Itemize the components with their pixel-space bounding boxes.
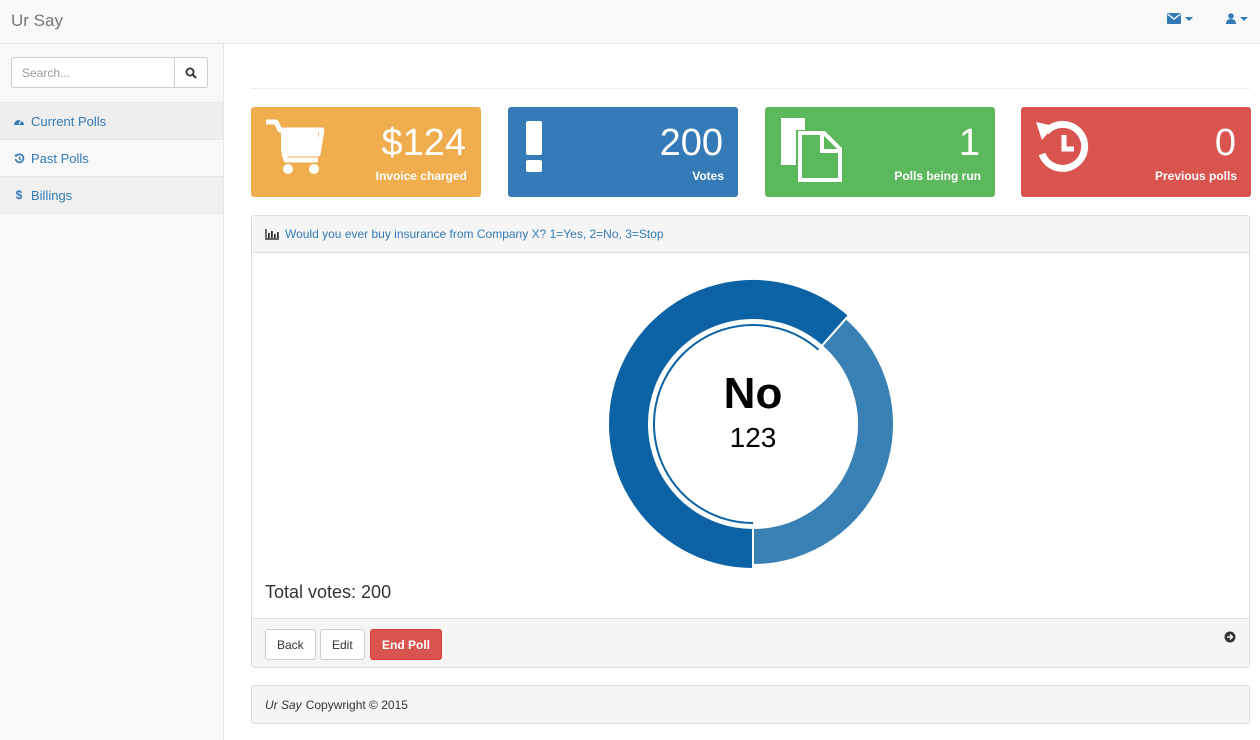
poll-panel: Would you ever buy insurance from Compan… — [251, 215, 1250, 668]
search-icon — [185, 67, 197, 79]
history-icon — [1034, 118, 1094, 179]
stat-card-invoice[interactable]: $124 Invoice charged — [251, 107, 481, 197]
chart-center-value: 123 — [729, 422, 777, 453]
caret-down-icon — [1185, 16, 1193, 21]
end-poll-button[interactable]: End Poll — [370, 629, 442, 660]
sidebar-item-label: Billings — [31, 187, 73, 203]
arrow-circle-right-icon[interactable] — [1224, 631, 1236, 643]
poll-actions: Back Edit End Poll — [252, 618, 1249, 667]
brand-title[interactable]: Ur Say — [11, 11, 63, 31]
stat-label: Previous polls — [1154, 169, 1237, 183]
top-navbar: Ur Say — [0, 0, 1260, 44]
user-dropdown[interactable] — [1226, 13, 1248, 24]
sidebar-item-label: Past Polls — [31, 150, 89, 166]
stat-value: 200 — [659, 122, 723, 164]
cart-icon — [264, 118, 326, 179]
stat-label: Invoice charged — [375, 169, 467, 183]
sidebar: Current Polls Past Polls $ Billings — [0, 44, 224, 740]
search-input[interactable] — [11, 57, 175, 88]
caret-down-icon — [1240, 16, 1248, 21]
bar-chart-icon — [265, 228, 279, 240]
sidebar-item-billings[interactable]: $ Billings — [0, 177, 223, 214]
poll-question-link[interactable]: Would you ever buy insurance from Compan… — [285, 227, 664, 241]
page-divider — [251, 88, 1250, 89]
footer-copyright: Copywright © 2015 — [305, 697, 408, 712]
stat-label: Polls being run — [894, 169, 981, 183]
history-icon — [13, 153, 25, 164]
sidebar-item-current-polls[interactable]: Current Polls — [0, 103, 223, 140]
sidebar-item-label: Current Polls — [31, 113, 107, 129]
total-votes: Total votes: 200 — [265, 582, 392, 602]
footer-brand: Ur Say — [265, 697, 302, 712]
stat-card-votes[interactable]: 200 Votes — [508, 107, 738, 197]
dashboard-icon — [13, 116, 25, 126]
search-group — [11, 57, 208, 88]
sidebar-item-past-polls[interactable]: Past Polls — [0, 140, 223, 177]
files-icon — [778, 118, 844, 185]
sidebar-menu: Current Polls Past Polls $ Billings — [0, 102, 223, 214]
stat-card-previous-polls[interactable]: 0 Previous polls — [1021, 107, 1251, 197]
user-icon — [1226, 13, 1236, 24]
messages-dropdown[interactable] — [1167, 13, 1193, 24]
page-footer: Ur Say Copywright © 2015 — [251, 685, 1250, 724]
search-button[interactable] — [175, 57, 208, 88]
back-button[interactable]: Back — [265, 629, 316, 660]
exclamation-icon — [525, 121, 543, 176]
stat-label: Votes — [692, 169, 724, 183]
poll-header: Would you ever buy insurance from Compan… — [252, 216, 1249, 253]
donut-chart: No 123 — [607, 274, 898, 571]
stat-value: 0 — [1214, 122, 1236, 164]
chart-center-label: No — [723, 369, 783, 418]
envelope-icon — [1167, 13, 1181, 24]
stat-card-polls-running[interactable]: 1 Polls being run — [765, 107, 995, 197]
dollar-icon: $ — [15, 188, 23, 202]
stat-value: 1 — [958, 122, 980, 164]
stat-value: $124 — [381, 122, 466, 164]
edit-button[interactable]: Edit — [320, 629, 365, 660]
